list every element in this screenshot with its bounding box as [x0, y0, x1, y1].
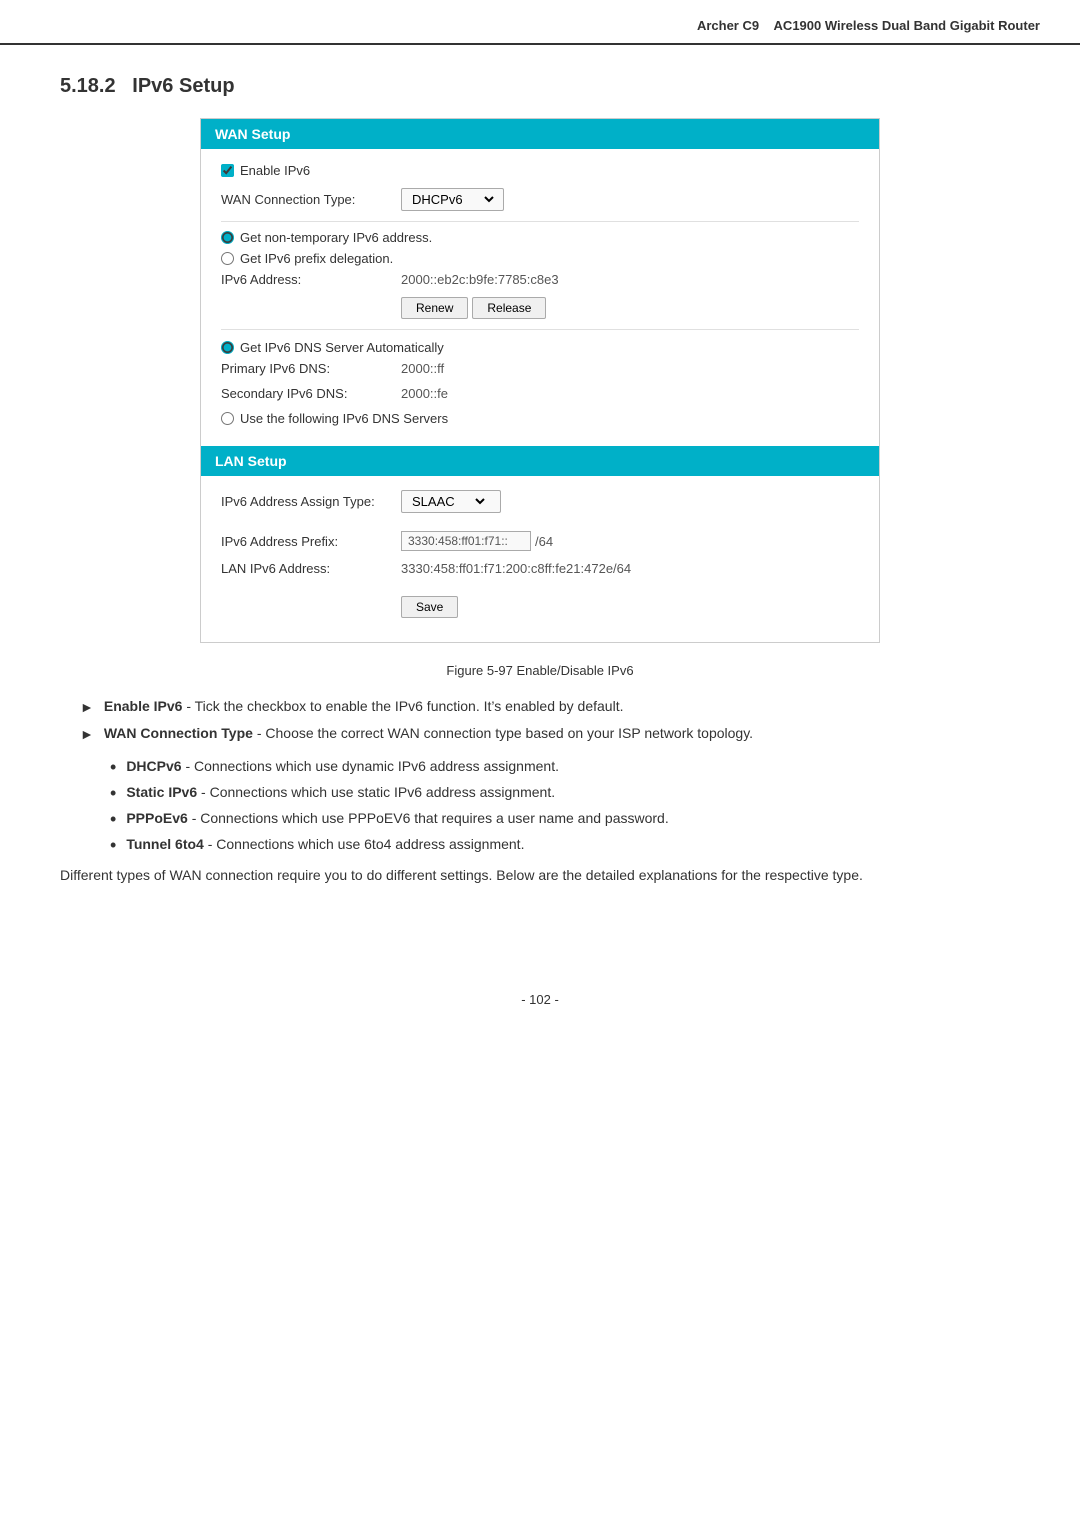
- bullet-item-2: ► WAN Connection Type - Choose the corre…: [80, 725, 1020, 742]
- ipv6-address-value: 2000::eb2c:b9fe:7785:c8e3: [401, 272, 559, 287]
- paragraph: Different types of WAN connection requir…: [60, 864, 1020, 886]
- prefix-suffix: /64: [535, 534, 553, 549]
- prefix-input[interactable]: [401, 531, 531, 551]
- lan-ipv6-value: 3330:458:ff01:f71:200:c8ff:fe21:472e/64: [401, 561, 631, 576]
- wan-setup-header: WAN Setup: [201, 119, 879, 149]
- page-number: - 102 -: [521, 992, 559, 1007]
- radio-get-dns-auto[interactable]: [221, 341, 234, 354]
- bullet-2-text: WAN Connection Type - Choose the correct…: [104, 725, 753, 741]
- radio-non-temp[interactable]: [221, 231, 234, 244]
- bullet-item-1: ► Enable IPv6 - Tick the checkbox to ena…: [80, 698, 1020, 715]
- assign-type-label: IPv6 Address Assign Type:: [221, 494, 401, 509]
- lan-setup-body: IPv6 Address Assign Type: SLAAC DHCPv6 I…: [201, 476, 879, 642]
- assign-type-select[interactable]: SLAAC DHCPv6: [408, 493, 488, 510]
- primary-dns-value: 2000::ff: [401, 361, 444, 376]
- sub-bullet-1-term: DHCPv6: [126, 758, 181, 774]
- dot-icon-3: •: [110, 810, 116, 828]
- bullet-section: ► Enable IPv6 - Tick the checkbox to ena…: [80, 698, 1020, 742]
- radio-prefix-label: Get IPv6 prefix delegation.: [240, 251, 393, 266]
- wan-connection-select[interactable]: DHCPv6 Static IPv6 PPPoEv6 Tunnel 6to4: [408, 191, 497, 208]
- secondary-dns-row: Secondary IPv6 DNS: 2000::fe: [221, 386, 859, 401]
- renew-release-row: Renew Release: [221, 297, 859, 319]
- radio-use-dns[interactable]: [221, 412, 234, 425]
- bullet-1-text: Enable IPv6 - Tick the checkbox to enabl…: [104, 698, 624, 714]
- radio-non-temp-row: Get non-temporary IPv6 address.: [221, 230, 859, 245]
- ipv6-address-label: IPv6 Address:: [221, 272, 401, 287]
- sub-bullet-3-term: PPPoEv6: [126, 810, 187, 826]
- lan-setup-header: LAN Setup: [201, 446, 879, 476]
- sub-bullet-4-term: Tunnel 6to4: [126, 836, 204, 852]
- dot-icon-4: •: [110, 836, 116, 854]
- bullet-2-term: WAN Connection Type: [104, 725, 253, 741]
- prefix-label: IPv6 Address Prefix:: [221, 534, 401, 549]
- radio-non-temp-label: Get non-temporary IPv6 address.: [240, 230, 432, 245]
- arrow-icon-1: ►: [80, 699, 94, 715]
- model-name: Archer C9: [697, 18, 759, 33]
- release-button[interactable]: Release: [472, 297, 546, 319]
- sub-bullet-4: • Tunnel 6to4 - Connections which use 6t…: [110, 836, 1020, 854]
- assign-type-select-wrapper[interactable]: SLAAC DHCPv6: [401, 490, 501, 513]
- dot-icon-2: •: [110, 784, 116, 802]
- radio-prefix[interactable]: [221, 252, 234, 265]
- use-dns-row: Use the following IPv6 DNS Servers: [221, 411, 859, 426]
- primary-dns-row: Primary IPv6 DNS: 2000::ff: [221, 361, 859, 376]
- ipv6-address-row: IPv6 Address: 2000::eb2c:b9fe:7785:c8e3: [221, 272, 859, 287]
- spacer: [221, 523, 859, 531]
- figure-caption: Figure 5-97 Enable/Disable IPv6: [60, 663, 1020, 678]
- enable-ipv6-row: Enable IPv6: [221, 163, 859, 178]
- sub-bullet-1-desc: - Connections which use dynamic IPv6 add…: [185, 758, 559, 774]
- secondary-dns-label: Secondary IPv6 DNS:: [221, 386, 401, 401]
- secondary-dns-value: 2000::fe: [401, 386, 448, 401]
- page-footer: - 102 -: [0, 972, 1080, 1027]
- divider2: [221, 329, 859, 330]
- renew-button[interactable]: Renew: [401, 297, 468, 319]
- sub-bullet-4-text: Tunnel 6to4 - Connections which use 6to4…: [126, 836, 524, 852]
- get-dns-auto-row: Get IPv6 DNS Server Automatically: [221, 340, 859, 355]
- bullet-1-desc: - Tick the checkbox to enable the IPv6 f…: [186, 698, 623, 714]
- sub-bullet-2-text: Static IPv6 - Connections which use stat…: [126, 784, 555, 800]
- sub-bullet-2-desc: - Connections which use static IPv6 addr…: [201, 784, 555, 800]
- enable-ipv6-checkbox[interactable]: [221, 164, 234, 177]
- sub-bullet-section: • DHCPv6 - Connections which use dynamic…: [110, 758, 1020, 854]
- page-header: Archer C9 AC1900 Wireless Dual Band Giga…: [0, 0, 1080, 45]
- wan-connection-type-row: WAN Connection Type: DHCPv6 Static IPv6 …: [221, 188, 859, 211]
- dot-icon-1: •: [110, 758, 116, 776]
- sub-bullet-1: • DHCPv6 - Connections which use dynamic…: [110, 758, 1020, 776]
- bullet-2-desc: - Choose the correct WAN connection type…: [257, 725, 753, 741]
- sub-bullet-4-desc: - Connections which use 6to4 address ass…: [208, 836, 525, 852]
- wan-connection-select-wrapper[interactable]: DHCPv6 Static IPv6 PPPoEv6 Tunnel 6to4: [401, 188, 504, 211]
- sub-bullet-3-desc: - Connections which use PPPoEV6 that req…: [192, 810, 669, 826]
- sub-bullet-1-text: DHCPv6 - Connections which use dynamic I…: [126, 758, 559, 774]
- main-content: 5.18.2 IPv6 Setup WAN Setup Enable IPv6 …: [0, 45, 1080, 932]
- product-name: AC1900 Wireless Dual Band Gigabit Router: [774, 18, 1040, 33]
- config-box: WAN Setup Enable IPv6 WAN Connection Typ…: [200, 118, 880, 643]
- sub-bullet-3-text: PPPoEv6 - Connections which use PPPoEV6 …: [126, 810, 668, 826]
- sub-bullet-2-term: Static IPv6: [126, 784, 197, 800]
- save-button[interactable]: Save: [401, 596, 458, 618]
- enable-ipv6-label: Enable IPv6: [240, 163, 310, 178]
- sub-bullet-2: • Static IPv6 - Connections which use st…: [110, 784, 1020, 802]
- spacer2: [221, 586, 859, 596]
- prefix-value-wrapper: /64: [401, 531, 553, 551]
- wan-connection-label: WAN Connection Type:: [221, 192, 401, 207]
- lan-ipv6-row: LAN IPv6 Address: 3330:458:ff01:f71:200:…: [221, 561, 859, 576]
- use-dns-label: Use the following IPv6 DNS Servers: [240, 411, 448, 426]
- wan-setup-body: Enable IPv6 WAN Connection Type: DHCPv6 …: [201, 149, 879, 446]
- lan-ipv6-label: LAN IPv6 Address:: [221, 561, 401, 576]
- save-row: Save: [221, 596, 859, 618]
- divider1: [221, 221, 859, 222]
- section-title: 5.18.2 IPv6 Setup: [60, 75, 1020, 98]
- primary-dns-label: Primary IPv6 DNS:: [221, 361, 401, 376]
- assign-type-row: IPv6 Address Assign Type: SLAAC DHCPv6: [221, 490, 859, 513]
- arrow-icon-2: ►: [80, 726, 94, 742]
- get-dns-auto-label: Get IPv6 DNS Server Automatically: [240, 340, 444, 355]
- sub-bullet-3: • PPPoEv6 - Connections which use PPPoEV…: [110, 810, 1020, 828]
- bullet-1-term: Enable IPv6: [104, 698, 183, 714]
- prefix-row: IPv6 Address Prefix: /64: [221, 531, 859, 551]
- radio-prefix-row: Get IPv6 prefix delegation.: [221, 251, 859, 266]
